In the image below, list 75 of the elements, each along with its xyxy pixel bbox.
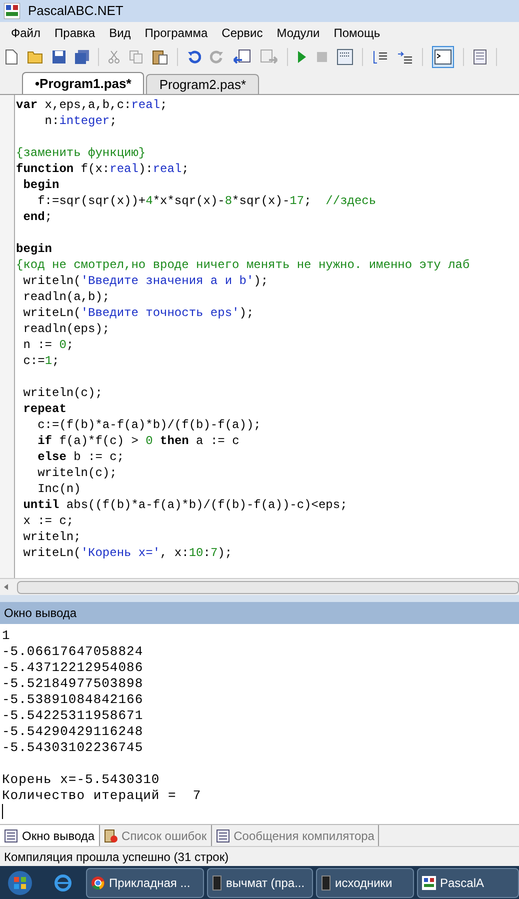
list-icon[interactable]: [372, 49, 388, 65]
document-arrow-icon[interactable]: [233, 49, 251, 65]
taskbar-button[interactable]: Прикладная ...: [86, 868, 204, 898]
code-line: readln(eps);: [22, 321, 111, 337]
status-text: Компиляция прошла успешно (31 строк): [4, 848, 229, 866]
code-line: n:integer;: [44, 113, 118, 129]
window-grid-icon[interactable]: [337, 49, 353, 65]
list-icon: [4, 828, 18, 842]
menu-item[interactable]: Помощь: [326, 22, 388, 44]
code-line: begin: [22, 177, 60, 193]
code-line: end;: [22, 209, 54, 225]
code-line: var x,eps,a,b,c:real;: [16, 97, 168, 113]
output-line: -5.52184977503898: [2, 676, 144, 692]
menu-item[interactable]: Сервис: [214, 22, 270, 44]
output-line: Корень x=-5.5430310: [2, 772, 161, 788]
code-line: repeat: [22, 401, 68, 417]
code-line: until abs((f(b)*a-f(a)*b)/(f(b)-f(a))-c)<eps;: [22, 497, 348, 513]
code-line: Inc(n): [36, 481, 82, 497]
browser-icon: [91, 876, 105, 890]
code-line: else b := c;: [36, 449, 126, 465]
output-line: -5.54290429116248: [2, 724, 144, 740]
taskbar-button[interactable]: вычмат (пра...: [207, 868, 313, 898]
code-line: {заменить функцию}: [16, 145, 147, 161]
horizontal-scrollbar[interactable]: [17, 580, 519, 594]
windows-logo-icon: [7, 870, 33, 896]
undo-icon[interactable]: [187, 50, 201, 64]
taskbar-button[interactable]: PascalA: [417, 868, 519, 898]
menu-item[interactable]: Программа: [138, 22, 215, 44]
code-line: readln(a,b);: [22, 289, 111, 305]
code-line: c:=(f(b)*a-f(a)*b)/(f(b)-f(a));: [36, 417, 262, 433]
output-line: -5.06617647058824: [2, 644, 144, 660]
output-line: -5.53891084842166: [2, 692, 144, 708]
taskbar-button[interactable]: исходники: [316, 868, 414, 898]
panel-title: Окно вывода: [4, 605, 77, 622]
code-line: writeLn('Корень x=', x:10:7);: [22, 545, 234, 561]
code-line: if f(a)*f(c) > 0 then a := c: [36, 433, 240, 449]
code-line: x := c;: [22, 513, 75, 529]
code-line: writeln('Введите значения a и b');: [22, 273, 270, 289]
menu-item[interactable]: Правка: [48, 22, 102, 44]
save-icon[interactable]: [52, 50, 66, 64]
run-icon[interactable]: [297, 50, 307, 64]
output-line: 1: [2, 628, 12, 644]
output-line: Количество итераций = 7: [2, 788, 202, 804]
file-tab[interactable]: •Program1.pas*: [22, 72, 144, 94]
console-icon[interactable]: [432, 46, 454, 68]
code-line: n := 0;: [22, 337, 75, 353]
code-line: writeln(c);: [22, 385, 104, 401]
e-letter-icon: [54, 874, 72, 892]
menu-item[interactable]: Файл: [4, 22, 48, 44]
file-tab[interactable]: Program2.pas*: [146, 74, 260, 94]
clipboard-icon[interactable]: [152, 49, 168, 65]
list-icon: [216, 828, 230, 842]
code-line: writeln;: [22, 529, 82, 545]
code-line: function f(x:real):real;: [16, 161, 190, 177]
menu-item[interactable]: Модули: [270, 22, 327, 44]
text-cursor: [2, 804, 3, 819]
code-line: f:=sqr(sqr(x))+4*x*sqr(x)-8*sqr(x)-17; //здесь: [36, 193, 378, 209]
code-line: writeLn('Введите точность eps');: [22, 305, 255, 321]
output-line: -5.43712212954086: [2, 660, 144, 676]
document-icon[interactable]: [473, 49, 487, 65]
menu-item[interactable]: Вид: [102, 22, 138, 44]
code-line: writeln(c);: [36, 465, 118, 481]
app-logo-icon: [422, 876, 436, 890]
code-line: begin: [16, 241, 54, 257]
window-title: PascalABC.NET: [28, 2, 124, 20]
code-line: c:=1;: [22, 353, 60, 369]
code-line: {код не смотрел,но вроде ничего менять не нужно. именно эту лаб: [16, 257, 470, 273]
list-icon[interactable]: [397, 49, 413, 65]
new-file-icon[interactable]: [4, 49, 18, 65]
panel-tab[interactable]: Окно вывода: [0, 825, 100, 846]
clipboard-error-icon: [104, 828, 118, 842]
app-logo-icon: [4, 3, 20, 19]
output-line: -5.54303102236745: [2, 740, 144, 756]
save-all-icon[interactable]: [75, 50, 89, 64]
output-line: -5.54225311958671: [2, 708, 144, 724]
